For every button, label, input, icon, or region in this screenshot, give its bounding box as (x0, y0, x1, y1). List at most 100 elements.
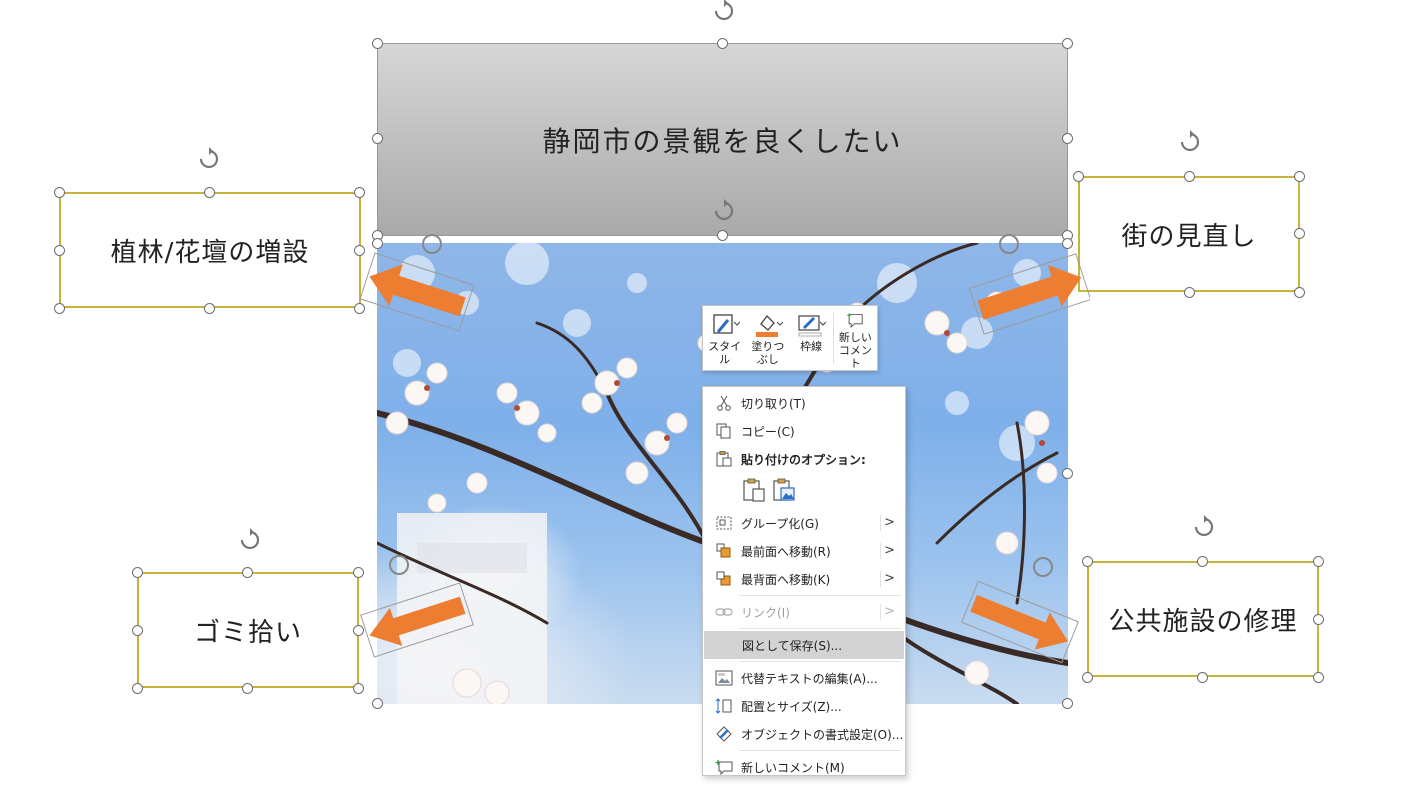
menu-item-new-comment[interactable]: 新しいコメント(M) (703, 753, 905, 781)
menu-item-bring-to-front[interactable]: 最前面へ移動(R) > (703, 537, 905, 565)
copy-icon (716, 423, 731, 439)
bring-to-front-icon (716, 543, 731, 558)
title-text: 静岡市の景観を良くしたい (542, 124, 903, 158)
fill-label-1: 塗りつ (751, 340, 785, 353)
group-icon (716, 516, 732, 530)
rotate-handle-icon[interactable] (711, 198, 737, 224)
resize-handle[interactable] (54, 187, 65, 198)
menu-label: 配置とサイズ(Z)... (741, 699, 842, 714)
paste-as-picture-icon[interactable] (771, 477, 797, 503)
resize-handle[interactable] (717, 38, 728, 49)
menu-item-size-position[interactable]: 配置とサイズ(Z)... (703, 692, 905, 720)
menu-item-link: リンク(I) > (703, 598, 905, 626)
link-icon (715, 608, 733, 616)
menu-label: 図として保存(S)... (742, 638, 843, 653)
resize-handle[interactable] (1313, 556, 1324, 567)
resize-handle[interactable] (132, 567, 143, 578)
rotate-handle-icon[interactable] (1177, 129, 1203, 155)
menu-label: 新しいコメント(M) (741, 760, 845, 775)
mini-toolbar: スタイル 塗りつ ぶし 枠線 新しい コメント (702, 305, 878, 371)
menu-item-format-object[interactable]: オブジェクトの書式設定(O)... (703, 720, 905, 748)
callout-top-right[interactable]: 街の見直し (1078, 176, 1300, 292)
resize-handle[interactable] (717, 230, 728, 241)
menu-label: コピー(C) (741, 424, 795, 439)
paste-icon (716, 451, 732, 467)
resize-handle[interactable] (204, 303, 215, 314)
menu-item-edit-alt-text[interactable]: 代替テキストの編集(A)... (703, 664, 905, 692)
style-label: スタイル (708, 340, 742, 366)
resize-handle[interactable] (1184, 171, 1195, 182)
comment-icon (847, 313, 863, 329)
rotate-handle-icon[interactable] (196, 146, 222, 172)
menu-item-save-as-picture[interactable]: 図として保存(S)... (704, 631, 904, 659)
resize-handle[interactable] (372, 698, 383, 709)
arrow-top-left[interactable] (355, 230, 485, 350)
comment-label-1: 新しい (838, 331, 872, 344)
menu-item-cut[interactable]: 切り取り(T) (703, 389, 905, 417)
resize-handle[interactable] (242, 567, 253, 578)
menu-label: 代替テキストの編集(A)... (741, 671, 878, 686)
context-menu: 切り取り(T) コピー(C) 貼り付けのオプション: グループ化(G) > 最前… (702, 386, 906, 776)
resize-handle[interactable] (54, 245, 65, 256)
resize-handle[interactable] (1197, 672, 1208, 683)
menu-separator (739, 661, 901, 662)
callout-text: 公共施設の修理 (1108, 606, 1298, 637)
resize-handle[interactable] (1082, 672, 1093, 683)
shape-style-icon (712, 314, 740, 334)
arrow-top-right[interactable] (955, 232, 1090, 347)
arrow-bottom-left[interactable] (355, 550, 485, 665)
menu-label: オブジェクトの書式設定(O)... (741, 727, 904, 742)
resize-handle[interactable] (1062, 698, 1073, 709)
paint-bucket-icon (755, 315, 783, 337)
resize-handle[interactable] (372, 133, 383, 144)
style-button[interactable]: スタイル (703, 306, 746, 370)
submenu-arrow-icon: > (884, 571, 895, 586)
resize-handle[interactable] (372, 38, 383, 49)
resize-handle[interactable] (1294, 287, 1305, 298)
paste-keep-format-icon[interactable] (741, 477, 767, 503)
resize-handle[interactable] (1294, 228, 1305, 239)
resize-handle[interactable] (1294, 171, 1305, 182)
resize-handle[interactable] (1062, 38, 1073, 49)
callout-bottom-right[interactable]: 公共施設の修理 (1087, 561, 1319, 677)
menu-label: 切り取り(T) (741, 396, 806, 411)
resize-handle[interactable] (1062, 468, 1073, 479)
resize-handle[interactable] (1313, 614, 1324, 625)
callout-text: 植林/花壇の増設 (110, 237, 310, 268)
fill-button[interactable]: 塗りつ ぶし (746, 306, 789, 370)
resize-handle[interactable] (132, 625, 143, 636)
resize-handle[interactable] (1184, 287, 1195, 298)
fill-label-2: ぶし (756, 353, 779, 366)
resize-handle[interactable] (1062, 133, 1073, 144)
resize-handle[interactable] (1313, 672, 1324, 683)
callout-text: ゴミ拾い (193, 617, 302, 648)
pen-outline-icon (798, 315, 827, 337)
rotate-handle-icon[interactable] (711, 0, 737, 24)
resize-handle[interactable] (132, 683, 143, 694)
alt-text-icon (715, 670, 733, 686)
resize-handle[interactable] (353, 683, 364, 694)
callout-bottom-left[interactable]: ゴミ拾い (137, 572, 359, 688)
menu-separator (739, 750, 901, 751)
menu-item-group[interactable]: グループ化(G) > (703, 509, 905, 537)
resize-handle[interactable] (54, 303, 65, 314)
menu-item-paste-options: 貼り付けのオプション: (703, 445, 905, 473)
rotate-handle-icon[interactable] (1191, 514, 1217, 540)
resize-handle[interactable] (354, 187, 365, 198)
size-position-icon (715, 698, 732, 714)
new-comment-button[interactable]: 新しい コメント (834, 306, 877, 370)
resize-handle[interactable] (242, 683, 253, 694)
menu-item-copy[interactable]: コピー(C) (703, 417, 905, 445)
resize-handle[interactable] (204, 187, 215, 198)
menu-item-send-to-back[interactable]: 最背面へ移動(K) > (703, 565, 905, 593)
callout-top-left[interactable]: 植林/花壇の増設 (59, 192, 361, 308)
arrow-bottom-right[interactable] (955, 555, 1085, 670)
resize-handle[interactable] (1073, 171, 1084, 182)
menu-label: 貼り付けのオプション: (741, 452, 866, 467)
outline-label: 枠線 (800, 340, 823, 353)
callout-text: 街の見直し (1121, 221, 1257, 252)
resize-handle[interactable] (1197, 556, 1208, 567)
rotate-handle-icon[interactable] (237, 527, 263, 553)
outline-button[interactable]: 枠線 (790, 306, 833, 370)
menu-label: 最背面へ移動(K) (741, 572, 831, 587)
